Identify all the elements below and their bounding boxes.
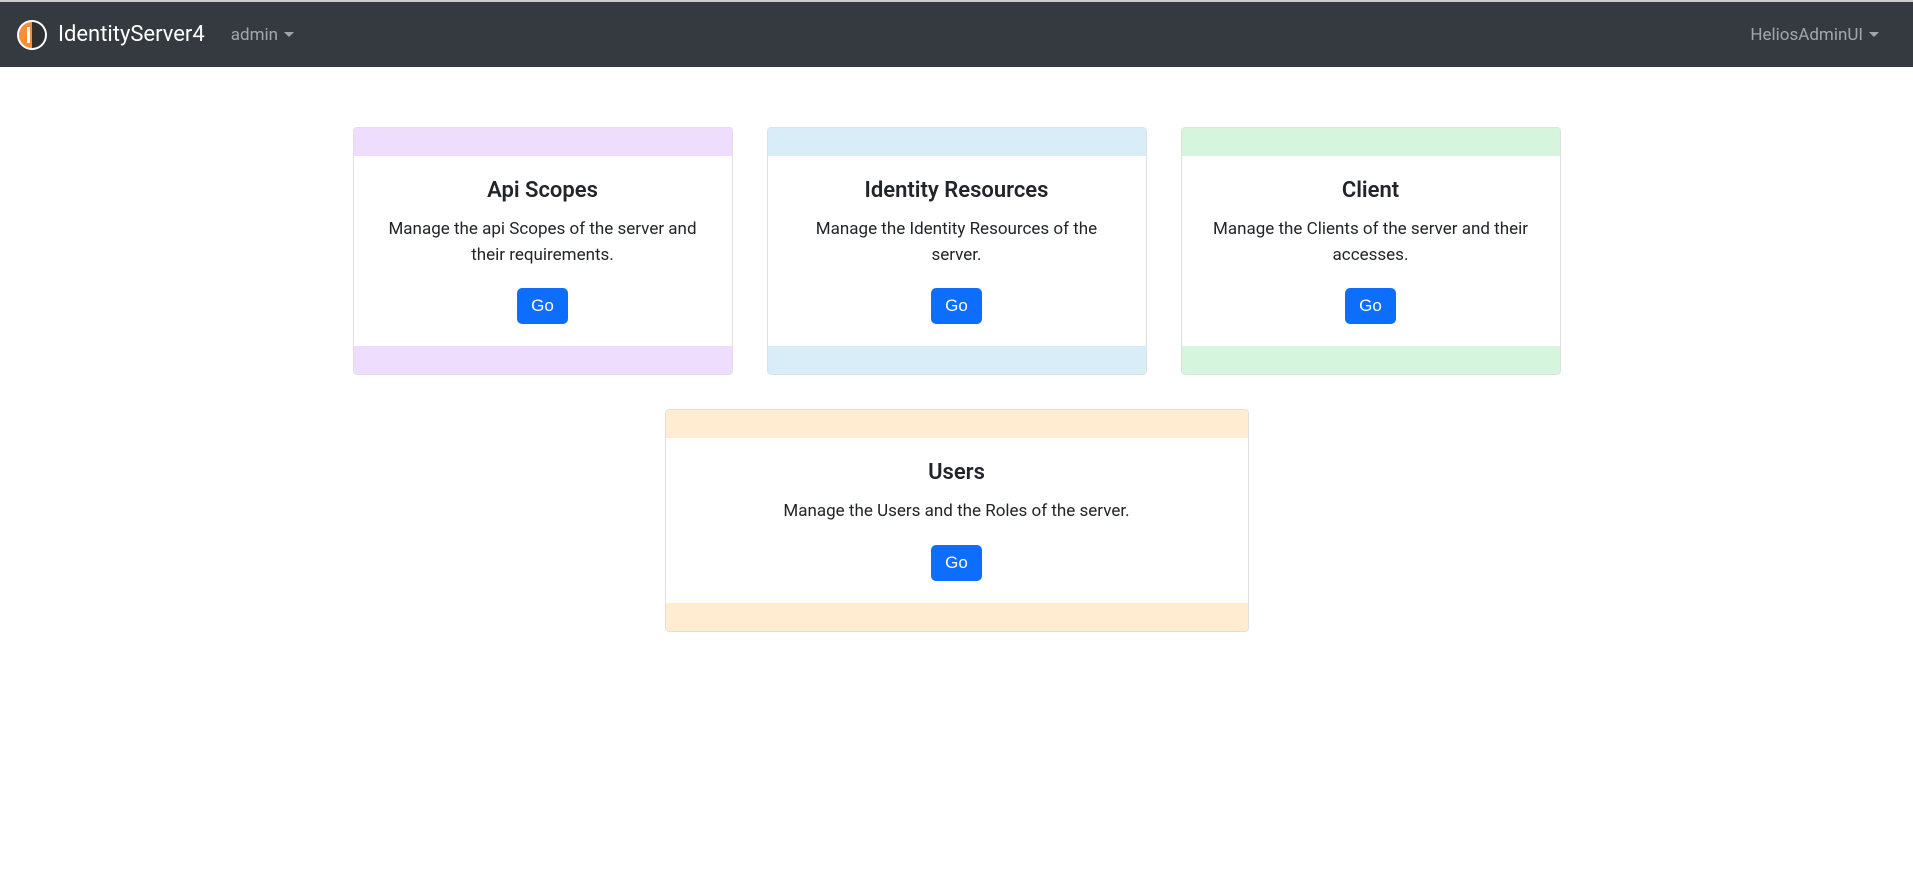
- card-identity-resources: Identity Resources Manage the Identity R…: [767, 127, 1147, 375]
- card-header: [768, 128, 1146, 156]
- nav-admin-dropdown[interactable]: admin: [221, 19, 304, 51]
- card-body: Client Manage the Clients of the server …: [1182, 156, 1560, 346]
- card-users: Users Manage the Users and the Roles of …: [665, 409, 1249, 632]
- card-title: Api Scopes: [378, 178, 708, 203]
- go-button-users[interactable]: Go: [931, 545, 982, 581]
- card-row-2: Users Manage the Users and the Roles of …: [347, 409, 1567, 632]
- nav-helios-label: HeliosAdminUI: [1750, 25, 1863, 45]
- card-footer: [768, 346, 1146, 374]
- card-row-1: Api Scopes Manage the api Scopes of the …: [347, 127, 1567, 375]
- go-button-api-scopes[interactable]: Go: [517, 288, 568, 324]
- card-text: Manage the Clients of the server and the…: [1206, 217, 1536, 268]
- card-header: [1182, 128, 1560, 156]
- card-footer: [354, 346, 732, 374]
- card-header: [354, 128, 732, 156]
- nav-right: HeliosAdminUI: [1740, 19, 1889, 51]
- card-title: Users: [690, 460, 1224, 485]
- caret-down-icon: [284, 32, 294, 37]
- card-title: Client: [1206, 178, 1536, 203]
- main-container: Api Scopes Manage the api Scopes of the …: [327, 67, 1587, 632]
- navbar-brand[interactable]: IdentityServer4: [16, 19, 205, 51]
- navbar: IdentityServer4 admin HeliosAdminUI: [0, 2, 1913, 67]
- card-header: [666, 410, 1248, 438]
- brand-logo-icon: [16, 19, 48, 51]
- card-body: Users Manage the Users and the Roles of …: [666, 438, 1248, 603]
- brand-title: IdentityServer4: [58, 22, 205, 47]
- card-title: Identity Resources: [792, 178, 1122, 203]
- card-footer: [666, 603, 1248, 631]
- card-footer: [1182, 346, 1560, 374]
- nav-admin-label: admin: [231, 25, 278, 45]
- card-text: Manage the Identity Resources of the ser…: [792, 217, 1122, 268]
- go-button-client[interactable]: Go: [1345, 288, 1396, 324]
- card-body: Api Scopes Manage the api Scopes of the …: [354, 156, 732, 346]
- nav-left: admin: [221, 19, 304, 51]
- card-text: Manage the api Scopes of the server and …: [378, 217, 708, 268]
- nav-helios-dropdown[interactable]: HeliosAdminUI: [1740, 19, 1889, 51]
- caret-down-icon: [1869, 32, 1879, 37]
- card-text: Manage the Users and the Roles of the se…: [690, 499, 1224, 525]
- card-client: Client Manage the Clients of the server …: [1181, 127, 1561, 375]
- go-button-identity-resources[interactable]: Go: [931, 288, 982, 324]
- card-api-scopes: Api Scopes Manage the api Scopes of the …: [353, 127, 733, 375]
- card-body: Identity Resources Manage the Identity R…: [768, 156, 1146, 346]
